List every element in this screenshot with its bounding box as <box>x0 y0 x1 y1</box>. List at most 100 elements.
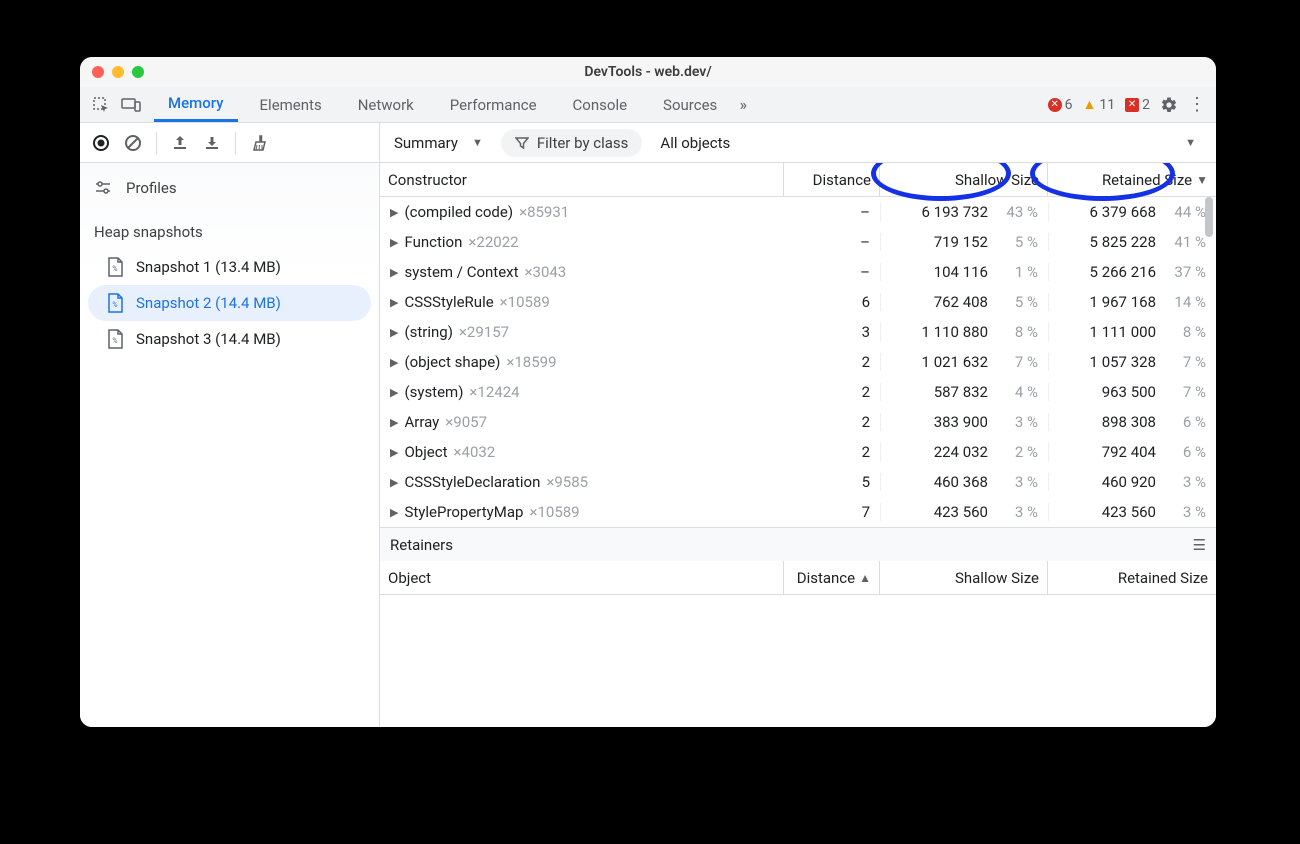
chevron-down-icon[interactable]: ▼ <box>1185 136 1202 149</box>
gc-broom-icon[interactable] <box>250 134 268 152</box>
ret-col-shallow[interactable]: Shallow Size <box>880 561 1048 594</box>
table-row[interactable]: ▶Array ×90572383 9003 %898 3086 % <box>380 407 1216 437</box>
errors-badge[interactable]: ✕ 6 <box>1048 97 1073 113</box>
upload-icon[interactable] <box>171 134 189 152</box>
scrollbar[interactable] <box>1205 197 1213 237</box>
col-retained[interactable]: Retained Size ▼ <box>1048 163 1216 196</box>
hamburger-icon[interactable]: ☰ <box>1193 536 1206 554</box>
table-row[interactable]: ▶(string) ×2915731 110 8808 %1 111 0008 … <box>380 317 1216 347</box>
snapshot-item[interactable]: %Snapshot 3 (14.4 MB) <box>88 321 371 357</box>
issue-icon: ✕ <box>1125 98 1139 112</box>
table-row[interactable]: ▶(system) ×124242587 8324 %963 5007 % <box>380 377 1216 407</box>
shallow-size: 104 116 <box>934 263 988 281</box>
expand-icon[interactable]: ▶ <box>390 506 398 519</box>
tab-sources[interactable]: Sources <box>649 87 731 122</box>
table-row[interactable]: ▶CSSStyleRule ×105896762 4085 %1 967 168… <box>380 287 1216 317</box>
kebab-icon[interactable]: ⋮ <box>1188 94 1206 115</box>
expand-icon[interactable]: ▶ <box>390 476 398 489</box>
retainers-header: Retainers ☰ <box>380 527 1216 561</box>
constructor-count: ×9057 <box>445 413 487 431</box>
titlebar: DevTools - web.dev/ <box>80 57 1216 87</box>
retained-size: 6 379 668 <box>1090 203 1156 221</box>
constructor-count: ×29157 <box>459 323 509 341</box>
col-distance[interactable]: Distance <box>784 163 880 196</box>
table-row[interactable]: ▶(compiled code) ×85931–6 193 73243 %6 3… <box>380 197 1216 227</box>
retained-pct: 7 % <box>1170 353 1206 371</box>
close-icon[interactable] <box>92 66 104 78</box>
expand-icon[interactable]: ▶ <box>390 356 398 369</box>
expand-icon[interactable]: ▶ <box>390 326 398 339</box>
snapshot-icon: % <box>106 293 124 313</box>
tab-performance[interactable]: Performance <box>436 87 551 122</box>
tab-console[interactable]: Console <box>559 87 642 122</box>
tab-network[interactable]: Network <box>344 87 428 122</box>
profiles-header[interactable]: Profiles <box>80 171 379 205</box>
table-row[interactable]: ▶StylePropertyMap ×105897423 5603 %423 5… <box>380 497 1216 527</box>
shallow-size: 587 832 <box>934 383 988 401</box>
shallow-size: 6 193 732 <box>922 203 988 221</box>
retained-pct: 3 % <box>1170 503 1206 521</box>
ret-col-distance-label: Distance <box>797 569 855 587</box>
issues-count: 2 <box>1142 97 1150 113</box>
expand-icon[interactable]: ▶ <box>390 266 398 279</box>
issues-badge[interactable]: ✕ 2 <box>1125 97 1150 113</box>
tabbar-right: ✕ 6 ▲ 11 ✕ 2 ⋮ <box>1048 87 1216 122</box>
panel-body: Profiles Heap snapshots %Snapshot 1 (13.… <box>80 163 1216 727</box>
table-row[interactable]: ▶system / Context ×3043–104 1161 %5 266 … <box>380 257 1216 287</box>
tab-memory[interactable]: Memory <box>154 87 238 122</box>
device-toolbar-icon[interactable] <box>116 87 146 122</box>
summary-dropdown[interactable]: Summary ▼ <box>394 134 483 152</box>
constructor-name: Object <box>404 443 447 461</box>
maximize-icon[interactable] <box>132 66 144 78</box>
table-row[interactable]: ▶Function ×22022–719 1525 %5 825 22841 % <box>380 227 1216 257</box>
gear-icon[interactable] <box>1160 96 1178 114</box>
shallow-pct: 43 % <box>1002 203 1038 221</box>
rows: ▶(compiled code) ×85931–6 193 73243 %6 3… <box>380 197 1216 527</box>
distance-value: – <box>784 263 880 281</box>
distance-value: – <box>784 203 880 221</box>
ret-col-object[interactable]: Object <box>380 561 784 594</box>
sliders-icon <box>94 179 112 197</box>
expand-icon[interactable]: ▶ <box>390 236 398 249</box>
ret-col-retained[interactable]: Retained Size <box>1048 561 1216 594</box>
window-title: DevTools - web.dev/ <box>80 64 1216 80</box>
tab-elements[interactable]: Elements <box>246 87 336 122</box>
columns-header: Constructor Distance Shallow Size Retain… <box>380 163 1216 197</box>
constructor-name: (string) <box>404 323 452 341</box>
more-tabs-icon[interactable]: » <box>731 87 755 122</box>
constructor-name: StylePropertyMap <box>404 503 523 521</box>
expand-icon[interactable]: ▶ <box>390 416 398 429</box>
shallow-pct: 7 % <box>1002 353 1038 371</box>
col-shallow[interactable]: Shallow Size <box>880 163 1048 196</box>
col-retained-label: Retained Size <box>1102 171 1192 189</box>
download-icon[interactable] <box>203 134 221 152</box>
retained-size: 460 920 <box>1102 473 1156 491</box>
expand-icon[interactable]: ▶ <box>390 206 398 219</box>
warnings-badge[interactable]: ▲ 11 <box>1083 96 1116 113</box>
table-row[interactable]: ▶(object shape) ×1859921 021 6327 %1 057… <box>380 347 1216 377</box>
record-icon[interactable] <box>92 134 110 152</box>
table-row[interactable]: ▶CSSStyleDeclaration ×95855460 3683 %460… <box>380 467 1216 497</box>
left-toolbar <box>80 123 380 162</box>
col-constructor[interactable]: Constructor <box>380 163 784 196</box>
retained-size: 898 308 <box>1102 413 1156 431</box>
retained-size: 5 266 216 <box>1090 263 1156 281</box>
snapshot-item[interactable]: %Snapshot 1 (13.4 MB) <box>88 249 371 285</box>
shallow-pct: 1 % <box>1002 263 1038 281</box>
retained-pct: 3 % <box>1170 473 1206 491</box>
clear-icon[interactable] <box>124 134 142 152</box>
table-row[interactable]: ▶Object ×40322224 0322 %792 4046 % <box>380 437 1216 467</box>
expand-icon[interactable]: ▶ <box>390 386 398 399</box>
minimize-icon[interactable] <box>112 66 124 78</box>
filter-input[interactable]: Filter by class <box>501 129 643 157</box>
profiles-sidebar: Profiles Heap snapshots %Snapshot 1 (13.… <box>80 163 380 727</box>
constructor-name: (object shape) <box>404 353 500 371</box>
inspect-icon[interactable] <box>86 87 116 122</box>
ret-col-distance[interactable]: Distance ▲ <box>784 561 880 594</box>
expand-icon[interactable]: ▶ <box>390 296 398 309</box>
panel-tabbar: Memory Elements Network Performance Cons… <box>80 87 1216 123</box>
snapshot-item[interactable]: %Snapshot 2 (14.4 MB) <box>88 285 371 321</box>
expand-icon[interactable]: ▶ <box>390 446 398 459</box>
scope-dropdown[interactable]: All objects <box>660 134 730 152</box>
retained-size: 792 404 <box>1102 443 1156 461</box>
